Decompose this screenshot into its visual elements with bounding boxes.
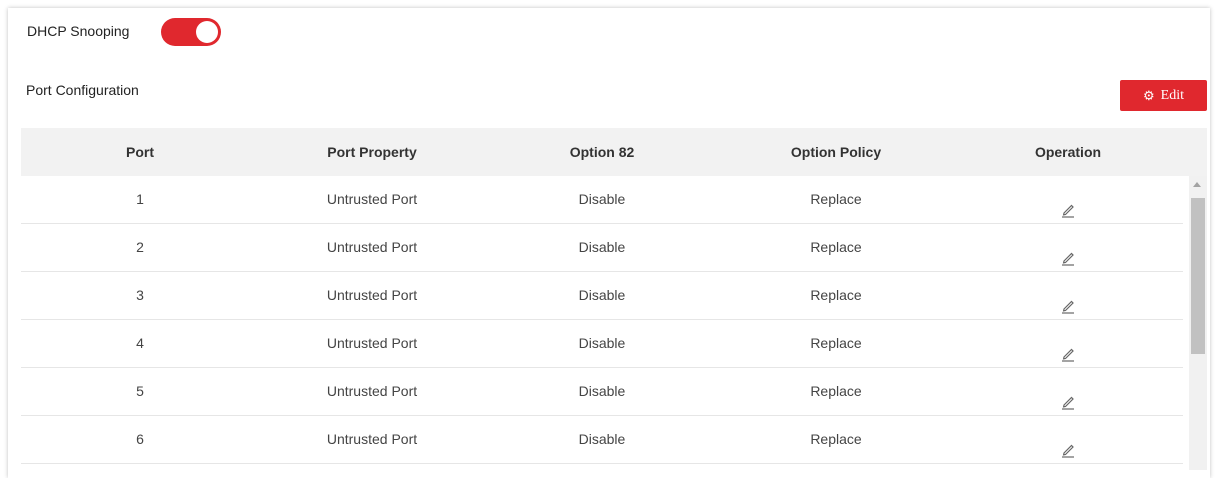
edit-button[interactable]: ⚙ Edit — [1120, 80, 1207, 111]
cell-option-82: Disable — [578, 191, 626, 207]
pencil-icon[interactable] — [1059, 191, 1077, 218]
cell-port-property: Untrusted Port — [326, 383, 418, 399]
cell-option-policy: Replace — [810, 335, 862, 351]
toggle-knob — [196, 21, 218, 43]
cell-option-82: Disable — [578, 287, 626, 303]
scroll-up-arrow-icon[interactable] — [1193, 182, 1201, 187]
pencil-icon[interactable] — [1059, 431, 1077, 458]
pencil-icon[interactable] — [1059, 383, 1077, 410]
column-header-option-policy: Option Policy — [790, 144, 882, 160]
cell-option-policy: Replace — [810, 383, 862, 399]
cell-option-policy: Replace — [810, 191, 862, 207]
cell-operation — [953, 272, 1183, 319]
table-header: Port Port Property Option 82 Option Poli… — [21, 128, 1207, 176]
pencil-icon[interactable] — [1059, 335, 1077, 362]
dhcp-snooping-label: DHCP Snooping — [27, 23, 130, 39]
cell-operation — [953, 368, 1183, 415]
cell-operation — [953, 416, 1183, 463]
dhcp-snooping-toggle[interactable] — [161, 18, 221, 46]
cell-port-property: Untrusted Port — [326, 239, 418, 255]
column-header-operation: Operation — [1034, 144, 1102, 160]
cell-port: 1 — [136, 191, 144, 207]
cell-port-property: Untrusted Port — [326, 287, 418, 303]
cell-option-policy: Replace — [810, 239, 862, 255]
port-configuration-title: Port Configuration — [26, 82, 139, 98]
gear-icon: ⚙ — [1143, 87, 1155, 103]
cell-port: 4 — [136, 335, 144, 351]
cell-port: 3 — [136, 287, 144, 303]
cell-option-policy: Replace — [810, 287, 862, 303]
cell-option-82: Disable — [578, 383, 626, 399]
pencil-icon[interactable] — [1059, 239, 1077, 266]
port-table: Port Port Property Option 82 Option Poli… — [21, 128, 1207, 470]
column-header-option-82: Option 82 — [569, 144, 635, 160]
cell-port-property: Untrusted Port — [326, 431, 418, 447]
cell-port-property: Untrusted Port — [326, 191, 418, 207]
cell-port: 5 — [136, 383, 144, 399]
pencil-icon[interactable] — [1059, 287, 1077, 314]
table-row: 4 Untrusted Port Disable Replace — [21, 320, 1183, 368]
table-body: 1 Untrusted Port Disable Replace 2 Untrusted … — [21, 176, 1183, 464]
cell-port: 2 — [136, 239, 144, 255]
cell-operation — [953, 176, 1183, 223]
table-row: 5 Untrusted Port Disable Replace — [21, 368, 1183, 416]
cell-option-82: Disable — [578, 239, 626, 255]
column-header-port: Port — [126, 144, 154, 160]
cell-port-property: Untrusted Port — [326, 335, 418, 351]
cell-operation — [953, 224, 1183, 271]
cell-option-82: Disable — [578, 431, 626, 447]
table-row: 2 Untrusted Port Disable Replace — [21, 224, 1183, 272]
table-row: 3 Untrusted Port Disable Replace — [21, 272, 1183, 320]
scrollbar-thumb[interactable] — [1191, 198, 1205, 354]
column-header-port-property: Port Property — [327, 144, 417, 160]
dhcp-snooping-row: DHCP Snooping — [27, 18, 129, 44]
table-scrollbar[interactable] — [1189, 176, 1207, 470]
cell-option-policy: Replace — [810, 431, 862, 447]
cell-port: 6 — [136, 431, 144, 447]
edit-button-label: Edit — [1160, 87, 1184, 103]
table-row: 6 Untrusted Port Disable Replace — [21, 416, 1183, 464]
cell-operation — [953, 320, 1183, 367]
cell-option-82: Disable — [578, 335, 626, 351]
table-row: 1 Untrusted Port Disable Replace — [21, 176, 1183, 224]
